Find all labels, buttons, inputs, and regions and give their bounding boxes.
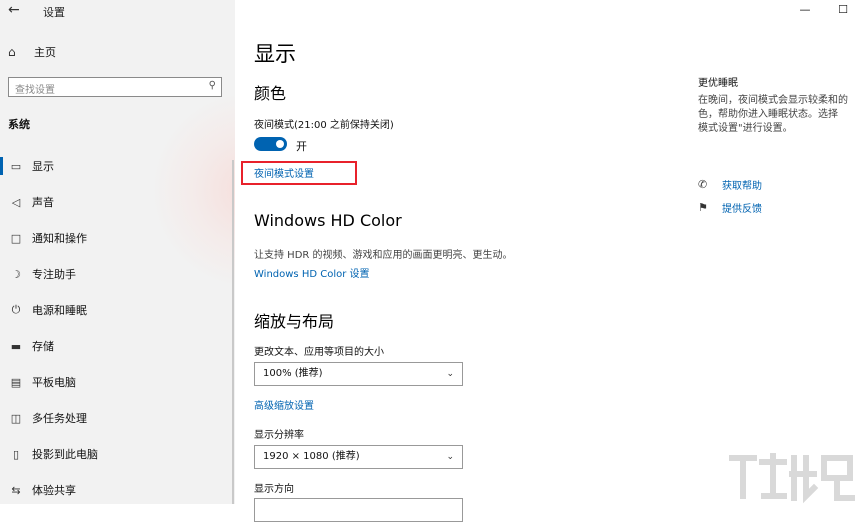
resolution-dropdown[interactable]: 1920 × 1080 (推荐) ⌄ [254,445,463,469]
sidebar-item-project[interactable]: ▯ 投影到此电脑 [0,436,235,472]
sidebar-item-label: 声音 [32,196,54,209]
sidebar-item-label: 投影到此电脑 [32,448,98,461]
speaker-icon: ◁ [11,195,21,209]
sidebar-item-label: 通知和操作 [32,232,87,245]
title-bar: ← 设置 [0,0,235,22]
text-size-value: 100% (推荐) [263,368,323,379]
moon-icon: ☽ [11,267,21,281]
search-box: ⚲ [8,77,222,100]
related-description: 在晚间，夜间模式会显示较柔和的 色，帮助你进入睡眠状态。选择 模式设置"进行设置… [698,94,862,136]
project-icon: ▯ [12,447,20,461]
notification-icon: □ [10,231,22,245]
hdr-description: 让支持 HDR 的视频、游戏和应用的画面更明亮、更生动。 [254,250,513,261]
color-heading: 颜色 [254,84,287,103]
sidebar: ← 设置 ⌂ 主页 ⚲ 系统 ▭ 显示 ◁ 声音 □ 通知和操作 ☽ 专注助手 … [0,0,235,504]
feedback-icon: ⚑ [698,201,708,214]
sidebar-item-label: 体验共享 [32,484,76,497]
toggle-state-label: 开 [296,140,307,153]
advanced-scaling-link[interactable]: 高级缩放设置 [254,397,314,412]
get-help-link[interactable]: ✆ 获取帮助 [698,177,762,192]
sidebar-item-notifications[interactable]: □ 通知和操作 [0,220,235,256]
sidebar-home[interactable]: ⌂ 主页 [8,44,56,60]
chevron-down-icon: ⌄ [446,452,454,462]
home-label: 主页 [34,46,56,59]
text-size-dropdown[interactable]: 100% (推荐) ⌄ [254,362,463,386]
sidebar-item-storage[interactable]: ▬ 存储 [0,328,235,364]
home-icon: ⌂ [8,45,16,59]
night-light-label: 夜间模式(21:00 之前保持关闭) [254,120,394,131]
section-title: 系统 [8,118,30,131]
main-content: — ☐ 显示 颜色 夜间模式(21:00 之前保持关闭) 开 夜间模式设置 Wi… [235,0,862,522]
sidebar-item-label: 显示 [32,160,54,173]
give-feedback-link[interactable]: ⚑ 提供反馈 [698,200,762,215]
sidebar-item-label: 电源和睡眠 [32,304,87,317]
app-title: 设置 [43,6,65,19]
share-icon: ⇆ [11,483,21,497]
related-description-line: 在晚间，夜间模式会显示较柔和的 [698,95,848,106]
power-icon: ⏻ [11,303,21,316]
multitask-icon: ◫ [10,411,22,425]
sidebar-item-label: 专注助手 [32,268,76,281]
orientation-dropdown[interactable] [254,498,463,522]
related-panel: 更优睡眠 在晚间，夜间模式会显示较柔和的 色，帮助你进入睡眠状态。选择 模式设置… [698,0,862,504]
sidebar-item-multitasking[interactable]: ◫ 多任务处理 [0,400,235,436]
sidebar-item-power-sleep[interactable]: ⏻ 电源和睡眠 [0,292,235,328]
sidebar-item-label: 平板电脑 [32,376,76,389]
related-description-line: 色，帮助你进入睡眠状态。选择 [698,109,838,120]
sidebar-item-display[interactable]: ▭ 显示 [0,148,235,184]
night-light-settings-link[interactable]: 夜间模式设置 [254,165,314,180]
scale-heading: 缩放与布局 [254,312,335,331]
text-size-label: 更改文本、应用等项目的大小 [254,347,384,358]
hdr-settings-link[interactable]: Windows HD Color 设置 [254,265,370,280]
back-arrow-icon[interactable]: ← [8,2,20,18]
resolution-label: 显示分辨率 [254,430,304,441]
related-title: 更优睡眠 [698,78,738,89]
search-icon[interactable]: ⚲ [209,80,216,91]
give-feedback-label: 提供反馈 [722,204,762,215]
monitor-icon: ▭ [10,159,22,173]
sidebar-nav: ▭ 显示 ◁ 声音 □ 通知和操作 ☽ 专注助手 ⏻ 电源和睡眠 ▬ 存储 ▤ … [0,148,235,504]
resolution-value: 1920 × 1080 (推荐) [263,451,360,462]
search-input[interactable] [9,81,201,100]
sidebar-item-label: 存储 [32,340,54,353]
sidebar-scrollbar[interactable] [232,160,234,504]
sidebar-item-shared[interactable]: ⇆ 体验共享 [0,472,235,504]
sidebar-item-focus-assist[interactable]: ☽ 专注助手 [0,256,235,292]
get-help-label: 获取帮助 [722,181,762,192]
night-light-toggle[interactable] [254,137,287,151]
storage-icon: ▬ [10,339,22,353]
sidebar-item-label: 多任务处理 [32,412,87,425]
toggle-knob [276,140,284,148]
help-chat-icon: ✆ [698,178,708,191]
orientation-label: 显示方向 [254,484,294,495]
hdr-heading: Windows HD Color [254,211,402,230]
sidebar-item-sound[interactable]: ◁ 声音 [0,184,235,220]
related-description-line: 模式设置"进行设置。 [698,123,793,134]
sidebar-item-tablet[interactable]: ▤ 平板电脑 [0,364,235,400]
page-title: 显示 [254,42,296,66]
tablet-icon: ▤ [10,375,22,389]
chevron-down-icon: ⌄ [446,369,454,379]
